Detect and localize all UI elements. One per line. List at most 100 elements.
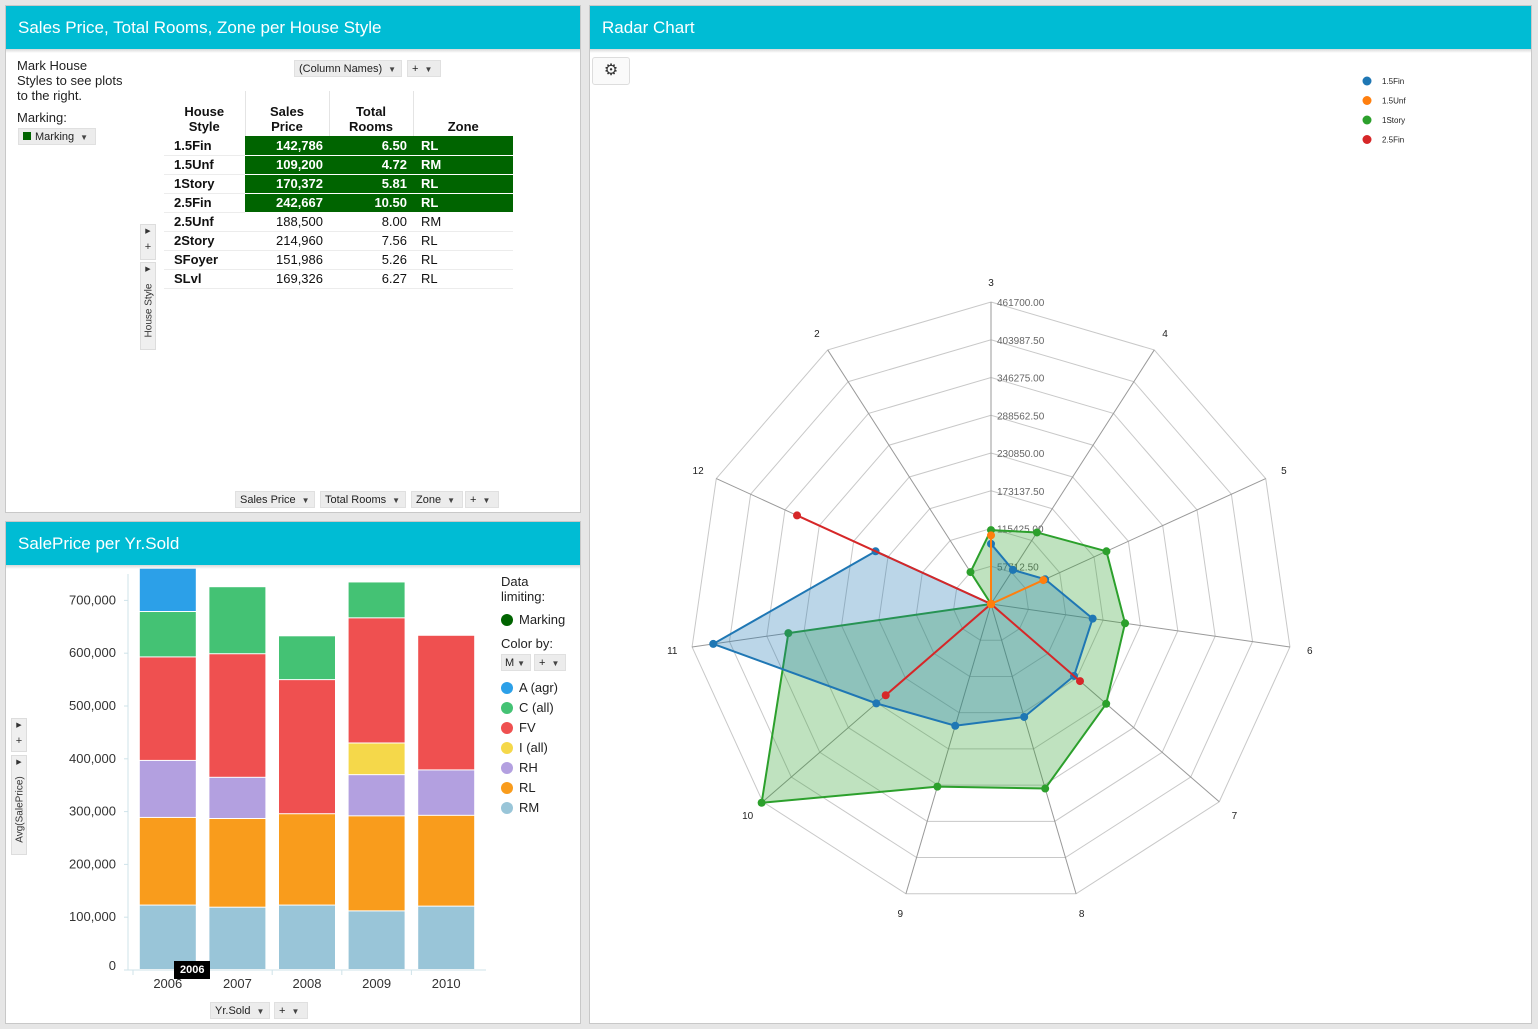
legend-item[interactable]: RH <box>501 759 538 777</box>
cell-house-style[interactable]: 1.5Unf <box>164 155 245 175</box>
cell-sales-price[interactable]: 151,986 <box>245 250 329 270</box>
bar-segment[interactable] <box>209 587 266 654</box>
add-value-axis-button[interactable]: + ▼ <box>465 491 499 508</box>
cell-house-style[interactable]: SFoyer <box>164 250 245 270</box>
radar-data-point[interactable] <box>1039 576 1048 585</box>
radar-legend-dot[interactable] <box>1362 76 1372 86</box>
cell-zone[interactable]: RL <box>413 193 513 213</box>
cell-house-style[interactable]: 2.5Fin <box>164 193 245 213</box>
row-axis-expand-button[interactable]: ▶ + <box>140 224 156 260</box>
table-row[interactable]: 2.5Fin 242,667 10.50 RL <box>164 193 513 213</box>
radar-data-point[interactable] <box>757 798 766 807</box>
legend-marking[interactable]: Marking <box>501 611 565 629</box>
sales-price-axis-dropdown[interactable]: Sales Price ▼ <box>235 491 315 508</box>
cell-sales-price[interactable]: 170,372 <box>245 174 329 194</box>
cell-house-style[interactable]: 2Story <box>164 231 245 251</box>
bar-segment[interactable] <box>139 760 196 817</box>
cell-total-rooms[interactable]: 7.56 <box>329 231 413 251</box>
bar-segment[interactable] <box>139 657 196 760</box>
cell-zone[interactable]: RL <box>413 231 513 251</box>
cell-house-style[interactable]: 1.5Fin <box>164 136 245 156</box>
radar-data-point[interactable] <box>966 568 975 577</box>
cell-house-style[interactable]: SLvl <box>164 269 245 289</box>
bar-segment[interactable] <box>279 905 335 969</box>
bar-segment[interactable] <box>279 680 335 814</box>
bar-segment[interactable] <box>209 777 266 818</box>
column-names-dropdown[interactable]: (Column Names) ▼ <box>294 60 402 77</box>
cell-total-rooms[interactable]: 5.26 <box>329 250 413 270</box>
bar-segment[interactable] <box>418 770 475 815</box>
header-total-rooms[interactable]: Total Rooms <box>329 91 414 136</box>
radar-data-point[interactable] <box>881 691 890 700</box>
cell-zone[interactable]: RM <box>413 155 513 175</box>
legend-item[interactable]: I (all) <box>501 739 548 757</box>
bar-segment[interactable] <box>209 907 266 969</box>
radar-data-point[interactable] <box>709 639 718 648</box>
cell-sales-price[interactable]: 142,786 <box>245 136 329 156</box>
table-row[interactable]: 1Story 170,372 5.81 RL <box>164 174 513 194</box>
header-sales-price[interactable]: Sales Price <box>245 91 330 136</box>
cell-zone[interactable]: RL <box>413 136 513 156</box>
radar-data-point[interactable] <box>1075 677 1084 686</box>
legend-item[interactable]: RL <box>501 779 536 797</box>
table-row[interactable]: 2Story 214,960 7.56 RL <box>164 231 513 251</box>
cell-sales-price[interactable]: 214,960 <box>245 231 329 251</box>
cell-sales-price[interactable]: 109,200 <box>245 155 329 175</box>
total-rooms-axis-dropdown[interactable]: Total Rooms ▼ <box>320 491 406 508</box>
legend-item[interactable]: A (agr) <box>501 679 558 697</box>
row-axis-selector[interactable]: ▶ House Style <box>140 262 156 350</box>
cell-total-rooms[interactable]: 6.27 <box>329 269 413 289</box>
add-color-by-button[interactable]: + ▼ <box>534 654 566 671</box>
cell-zone[interactable]: RL <box>413 174 513 194</box>
radar-data-point[interactable] <box>951 721 960 730</box>
radar-legend-label[interactable]: 1.5Unf <box>1382 97 1406 106</box>
bar-segment[interactable] <box>418 906 475 969</box>
table-row[interactable]: 1.5Fin 142,786 6.50 RL <box>164 136 513 156</box>
radar-data-point[interactable] <box>1102 699 1111 708</box>
cell-total-rooms[interactable]: 4.72 <box>329 155 413 175</box>
bar-segment[interactable] <box>139 612 196 657</box>
cell-total-rooms[interactable]: 6.50 <box>329 136 413 156</box>
radar-data-point[interactable] <box>933 782 942 791</box>
radar-data-point[interactable] <box>1020 712 1029 721</box>
bar-segment[interactable] <box>279 636 335 680</box>
table-row[interactable]: SLvl 169,326 6.27 RL <box>164 269 513 289</box>
radar-data-point[interactable] <box>1008 565 1017 574</box>
bar-segment[interactable] <box>348 816 405 911</box>
bar-segment[interactable] <box>209 818 266 907</box>
cell-house-style[interactable]: 2.5Unf <box>164 212 245 232</box>
add-column-button[interactable]: + ▼ <box>407 60 441 77</box>
bar-segment[interactable] <box>348 775 405 816</box>
legend-item[interactable]: RM <box>501 799 539 817</box>
radar-data-point[interactable] <box>1102 547 1111 556</box>
radar-legend-dot[interactable] <box>1362 135 1372 144</box>
legend-item[interactable]: C (all) <box>501 699 554 717</box>
cell-sales-price[interactable]: 242,667 <box>245 193 329 213</box>
radar-legend-label[interactable]: 1Story <box>1382 116 1405 125</box>
zone-axis-dropdown[interactable]: Zone ▼ <box>411 491 463 508</box>
bar-segment[interactable] <box>139 568 196 612</box>
radar-data-point[interactable] <box>1121 619 1130 628</box>
bar-segment[interactable] <box>139 817 196 905</box>
bar-segment[interactable] <box>348 743 405 775</box>
cell-sales-price[interactable]: 169,326 <box>245 269 329 289</box>
cell-total-rooms[interactable]: 10.50 <box>329 193 413 213</box>
add-x-axis-button[interactable]: + ▼ <box>274 1002 308 1019</box>
radar-data-point[interactable] <box>1088 614 1097 623</box>
legend-item[interactable]: FV <box>501 719 536 737</box>
radar-data-point[interactable] <box>1041 784 1050 793</box>
radar-legend-label[interactable]: 1.5Fin <box>1382 77 1404 86</box>
cell-zone[interactable]: RM <box>413 212 513 232</box>
bar-segment[interactable] <box>418 815 475 906</box>
radar-data-point[interactable] <box>1032 528 1041 537</box>
radar-data-point[interactable] <box>987 600 995 608</box>
cell-sales-price[interactable]: 188,500 <box>245 212 329 232</box>
cell-total-rooms[interactable]: 8.00 <box>329 212 413 232</box>
radar-legend-dot[interactable] <box>1362 96 1372 105</box>
table-row[interactable]: 2.5Unf 188,500 8.00 RM <box>164 212 513 232</box>
cell-total-rooms[interactable]: 5.81 <box>329 174 413 194</box>
cell-zone[interactable]: RL <box>413 269 513 289</box>
bar-segment[interactable] <box>348 911 405 969</box>
table-row[interactable]: SFoyer 151,986 5.26 RL <box>164 250 513 270</box>
color-by-dropdown[interactable]: M ▼ <box>501 654 531 671</box>
